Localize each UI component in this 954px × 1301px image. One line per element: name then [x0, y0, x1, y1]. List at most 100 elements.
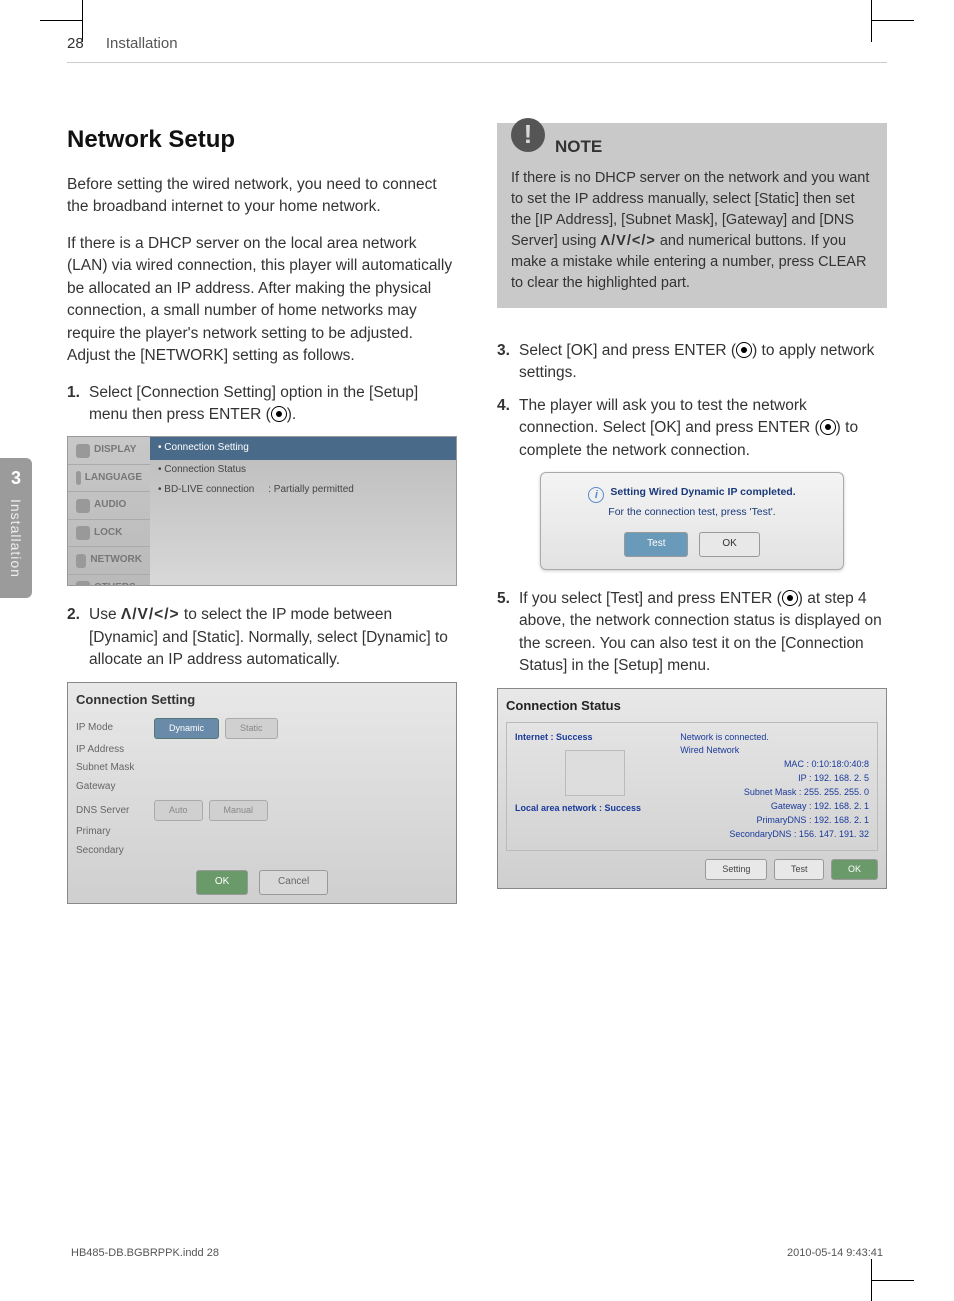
- lan-status: Local area network : Success: [515, 802, 674, 815]
- lock-icon: [76, 526, 90, 540]
- gw-value: Gateway : 192. 168. 2. 1: [680, 800, 869, 813]
- manual-pill: Manual: [209, 800, 269, 821]
- step-5: 5. If you select [Test] and press ENTER …: [497, 588, 887, 678]
- dns-label: DNS Server: [76, 804, 154, 819]
- screenshot-connection-setting: Connection Setting IP Mode Dynamic Stati…: [67, 682, 457, 904]
- status-title: Connection Status: [506, 697, 878, 716]
- language-icon: [76, 471, 81, 485]
- step-4-pre: The player will ask you to test the netw…: [519, 397, 820, 436]
- menu-item-display: DISPLAY: [68, 437, 150, 465]
- step-2: 2. Use Λ/V/</> to select the IP mode bet…: [67, 604, 457, 671]
- enter-icon: [736, 342, 752, 358]
- mask-value: Subnet Mask : 255. 255. 255. 0: [680, 786, 869, 799]
- gateway-label: Gateway: [76, 780, 154, 795]
- ok-button: OK: [196, 870, 248, 895]
- internet-status: Internet : Success: [515, 731, 674, 744]
- step-text: Use Λ/V/</> to select the IP mode betwee…: [89, 604, 457, 671]
- ok-button: OK: [831, 859, 878, 880]
- secondary-label: Secondary: [76, 844, 154, 859]
- menu-item-others: OTHERS: [68, 575, 150, 587]
- step-text: If you select [Test] and press ENTER () …: [519, 588, 887, 678]
- screenshot-connection-status: Connection Status Internet : Success Loc…: [497, 688, 887, 889]
- step-number: 3.: [497, 340, 519, 385]
- ip-value: IP : 192. 168. 2. 5: [680, 772, 869, 785]
- ok-button: OK: [699, 532, 759, 557]
- step-1-post: ).: [287, 406, 296, 423]
- arrow-keys: Λ/V/</>: [121, 606, 180, 623]
- net-connected: Network is connected.: [680, 731, 869, 744]
- page-number: 28: [67, 35, 84, 52]
- intro-paragraph-2: If there is a DHCP server on the local a…: [67, 233, 457, 368]
- display-icon: [76, 444, 90, 458]
- chapter-label: Installation: [8, 499, 24, 578]
- intro-paragraph-1: Before setting the wired network, you ne…: [67, 174, 457, 219]
- step-text: Select [OK] and press ENTER () to apply …: [519, 340, 887, 385]
- crop-mark: [872, 1280, 914, 1281]
- ipmode-label: IP Mode: [76, 721, 154, 736]
- mac-value: MAC : 0:10:18:0:40:8: [680, 758, 869, 771]
- auto-pill: Auto: [154, 800, 203, 821]
- static-pill: Static: [225, 718, 278, 739]
- page-footer: HB485-DB.BGBRPPK.indd 28 2010-05-14 9:43…: [67, 1247, 887, 1259]
- menu-item-network: NETWORK: [68, 547, 150, 575]
- enter-icon: [782, 590, 798, 606]
- running-head: 28 Installation: [67, 35, 887, 63]
- info-icon: i: [588, 487, 604, 503]
- step-number: 4.: [497, 395, 519, 462]
- step-number: 1.: [67, 382, 89, 427]
- arrow-keys: Λ/V/</>: [600, 233, 655, 249]
- step-3: 3. Select [OK] and press ENTER () to app…: [497, 340, 887, 385]
- step-4: 4. The player will ask you to test the n…: [497, 395, 887, 462]
- step-number: 5.: [497, 588, 519, 678]
- step-text: Select [Connection Setting] option in th…: [89, 382, 457, 427]
- footer-timestamp: 2010-05-14 9:43:41: [787, 1247, 883, 1259]
- test-button: Test: [774, 859, 825, 880]
- primary-label: Primary: [76, 825, 154, 840]
- section-name: Installation: [106, 35, 178, 52]
- step-3-pre: Select [OK] and press ENTER (: [519, 342, 736, 359]
- setting-button: Setting: [705, 859, 767, 880]
- network-icon: [76, 554, 86, 568]
- others-icon: [76, 581, 90, 586]
- network-diagram-icon: [565, 750, 625, 796]
- note-box: ! NOTE If there is no DHCP server on the…: [497, 123, 887, 308]
- crop-mark: [40, 20, 82, 21]
- alert-icon: !: [511, 118, 545, 152]
- crop-mark: [871, 1259, 872, 1301]
- menu-item-lock: LOCK: [68, 520, 150, 548]
- crop-mark: [872, 20, 914, 21]
- sdns-value: SecondaryDNS : 156. 147. 191. 32: [680, 828, 869, 841]
- step-1: 1. Select [Connection Setting] option in…: [67, 382, 457, 427]
- right-column: ! NOTE If there is no DHCP server on the…: [497, 123, 887, 922]
- test-button: Test: [624, 532, 688, 557]
- step-2-pre: Use: [89, 606, 121, 623]
- subnet-label: Subnet Mask: [76, 761, 154, 776]
- connection-setting-highlight: • Connection Setting: [150, 437, 456, 460]
- menu-item-audio: AUDIO: [68, 492, 150, 520]
- note-label: NOTE: [555, 135, 602, 160]
- chapter-tab: 3 Installation: [0, 458, 32, 598]
- dynamic-pill: Dynamic: [154, 718, 219, 739]
- footer-file: HB485-DB.BGBRPPK.indd 28: [71, 1247, 219, 1259]
- enter-icon: [271, 406, 287, 422]
- wired-label: Wired Network: [680, 744, 869, 757]
- chapter-number: 3: [0, 458, 32, 489]
- ipaddr-label: IP Address: [76, 743, 154, 758]
- test-msg1: Setting Wired Dynamic IP completed.: [610, 486, 795, 498]
- enter-icon: [820, 419, 836, 435]
- screenshot-test-dialog: i Setting Wired Dynamic IP completed. For…: [540, 472, 844, 570]
- bdlive-row: • BD-LIVE connection : Partially permitt…: [150, 480, 456, 501]
- step-text: The player will ask you to test the netw…: [519, 395, 887, 462]
- page-body: 28 Installation Network Setup Before set…: [67, 35, 887, 1265]
- heading-network-setup: Network Setup: [67, 123, 457, 158]
- screenshot-setup-menu: DISPLAY LANGUAGE AUDIO LOCK NETWORK OTHE…: [67, 436, 457, 586]
- left-column: Network Setup Before setting the wired n…: [67, 123, 457, 922]
- step-1-text: Select [Connection Setting] option in th…: [89, 384, 418, 423]
- cancel-button: Cancel: [259, 870, 328, 895]
- connection-status-row: • Connection Status: [150, 460, 456, 481]
- step-number: 2.: [67, 604, 89, 671]
- audio-icon: [76, 499, 90, 513]
- test-msg2: For the connection test, press 'Test'.: [553, 505, 831, 520]
- menu-item-language: LANGUAGE: [68, 465, 150, 493]
- conn-title: Connection Setting: [76, 691, 448, 710]
